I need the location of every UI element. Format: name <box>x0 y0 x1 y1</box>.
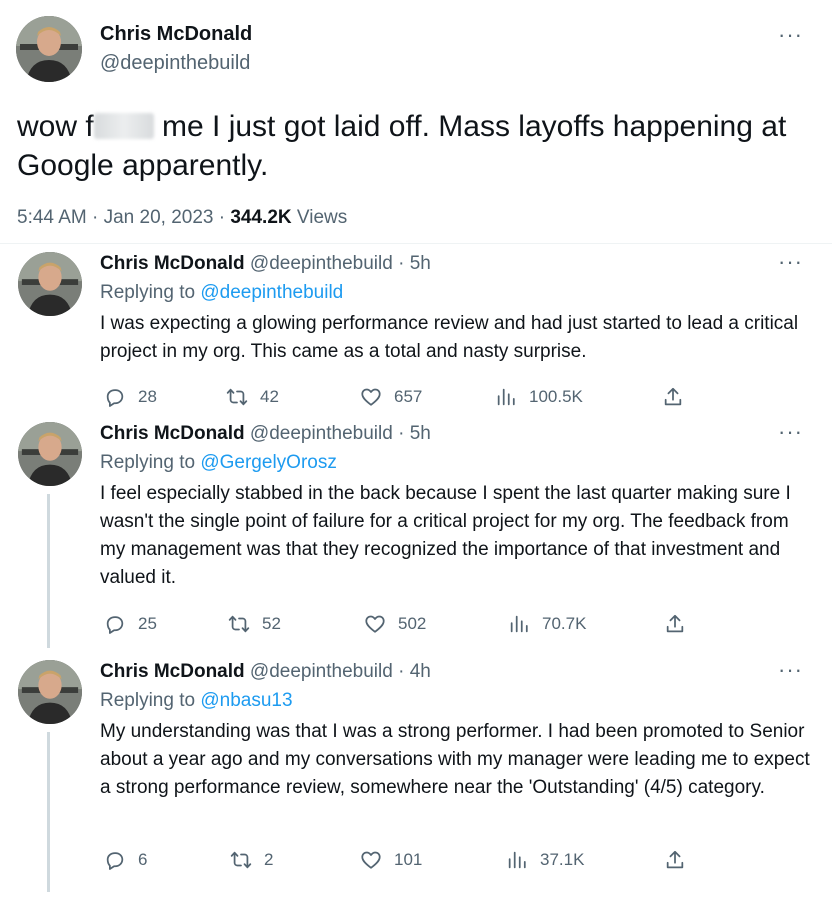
replying-prefix: Replying to <box>100 690 201 711</box>
reply-header: Chris McDonald @deepinthebuild · 4h <box>100 661 431 683</box>
more-icon[interactable]: ··· <box>778 251 803 273</box>
avatar[interactable] <box>16 16 82 82</box>
censored-word <box>93 113 154 139</box>
author-name[interactable]: Chris McDonald <box>100 23 252 46</box>
action-bar: 6 2 101 37.1K <box>100 849 700 875</box>
reply-button[interactable]: 6 <box>104 849 147 871</box>
retweet-icon <box>230 849 264 871</box>
like-button[interactable]: 657 <box>360 386 422 408</box>
views-icon <box>508 613 542 635</box>
separator: · <box>392 253 410 274</box>
mention-link[interactable]: @nbasu13 <box>200 690 292 711</box>
reply-text: I was expecting a glowing performance re… <box>100 313 799 362</box>
reply-icon <box>104 613 138 635</box>
thread-line <box>47 494 50 648</box>
share-button[interactable] <box>664 849 698 871</box>
share-icon <box>664 613 698 635</box>
reply-header: Chris McDonald @deepinthebuild · 5h <box>100 423 431 445</box>
reply-time[interactable]: 5h <box>410 423 431 444</box>
views-button[interactable]: 100.5K <box>495 386 583 408</box>
action-bar: 28 42 657 100.5K <box>100 386 700 412</box>
share-button[interactable] <box>664 613 698 635</box>
heart-icon <box>364 613 398 635</box>
retweet-icon <box>226 386 260 408</box>
views-icon <box>495 386 529 408</box>
reply-count: 28 <box>138 387 157 406</box>
share-button[interactable] <box>662 386 696 408</box>
author-name[interactable]: Chris McDonald <box>100 661 245 682</box>
replying-to: Replying to @GergelyOrosz <box>100 452 337 474</box>
author-name[interactable]: Chris McDonald <box>100 423 245 444</box>
reply-text: My understanding was that I was a strong… <box>100 721 810 798</box>
tweet-timestamp[interactable]: 5:44 AM · Jan 20, 2023 · <box>17 207 230 228</box>
retweet-count: 2 <box>264 850 274 869</box>
mention-link[interactable]: @GergelyOrosz <box>200 452 337 473</box>
reply-count: 25 <box>138 614 157 633</box>
retweet-count: 52 <box>262 614 281 633</box>
views-label: Views <box>291 207 348 228</box>
share-icon <box>662 386 696 408</box>
reply-time[interactable]: 4h <box>410 661 431 682</box>
avatar[interactable] <box>18 252 82 316</box>
reply-time[interactable]: 5h <box>410 253 431 274</box>
views-count: 70.7K <box>542 614 587 633</box>
reply-text: I feel especially stabbed in the back be… <box>100 483 791 588</box>
author-name[interactable]: Chris McDonald <box>100 253 245 274</box>
author-handle[interactable]: @deepinthebuild <box>250 423 393 444</box>
thread-line <box>47 732 50 892</box>
heart-icon <box>360 849 394 871</box>
divider <box>0 243 832 244</box>
replying-prefix: Replying to <box>100 282 201 303</box>
avatar[interactable] <box>18 422 82 486</box>
retweet-icon <box>228 613 262 635</box>
reply-icon <box>104 386 138 408</box>
reply-icon <box>104 849 138 871</box>
avatar-image <box>18 660 82 724</box>
more-icon[interactable]: ··· <box>778 421 803 443</box>
views-count: 100.5K <box>529 387 583 406</box>
more-icon[interactable]: ··· <box>778 24 803 46</box>
more-icon[interactable]: ··· <box>778 659 803 681</box>
replying-prefix: Replying to <box>100 452 201 473</box>
separator: · <box>392 423 410 444</box>
author-handle[interactable]: @deepinthebuild <box>250 253 393 274</box>
tweet-text-start: wow f <box>17 110 94 143</box>
like-count: 657 <box>394 387 423 406</box>
avatar-image <box>16 16 82 82</box>
tweet-meta: 5:44 AM · Jan 20, 2023 · 344.2K Views <box>17 207 347 229</box>
like-button[interactable]: 101 <box>360 849 422 871</box>
reply-button[interactable]: 25 <box>104 613 157 635</box>
retweet-button[interactable]: 2 <box>230 849 273 871</box>
views-button[interactable]: 70.7K <box>508 613 586 635</box>
views-count: 37.1K <box>540 850 585 869</box>
retweet-button[interactable]: 52 <box>228 613 281 635</box>
mention-link[interactable]: @deepinthebuild <box>200 282 343 303</box>
views-button[interactable]: 37.1K <box>506 849 584 871</box>
reply-button[interactable]: 28 <box>104 386 157 408</box>
separator: · <box>392 661 410 682</box>
views-icon <box>506 849 540 871</box>
share-icon <box>664 849 698 871</box>
avatar-image <box>18 252 82 316</box>
author-handle[interactable]: @deepinthebuild <box>100 52 250 75</box>
heart-icon <box>360 386 394 408</box>
avatar-image <box>18 422 82 486</box>
author-handle[interactable]: @deepinthebuild <box>250 661 393 682</box>
tweet-text: wow f me I just got laid off. Mass layof… <box>17 107 817 185</box>
like-count: 502 <box>398 614 427 633</box>
like-button[interactable]: 502 <box>364 613 426 635</box>
retweet-count: 42 <box>260 387 279 406</box>
replying-to: Replying to @deepinthebuild <box>100 282 343 304</box>
views-count: 344.2K <box>230 207 292 228</box>
replying-to: Replying to @nbasu13 <box>100 690 293 712</box>
like-count: 101 <box>394 850 423 869</box>
action-bar: 25 52 502 70.7K <box>100 613 700 639</box>
reply-header: Chris McDonald @deepinthebuild · 5h <box>100 253 431 275</box>
avatar[interactable] <box>18 660 82 724</box>
retweet-button[interactable]: 42 <box>226 386 279 408</box>
reply-count: 6 <box>138 850 148 869</box>
